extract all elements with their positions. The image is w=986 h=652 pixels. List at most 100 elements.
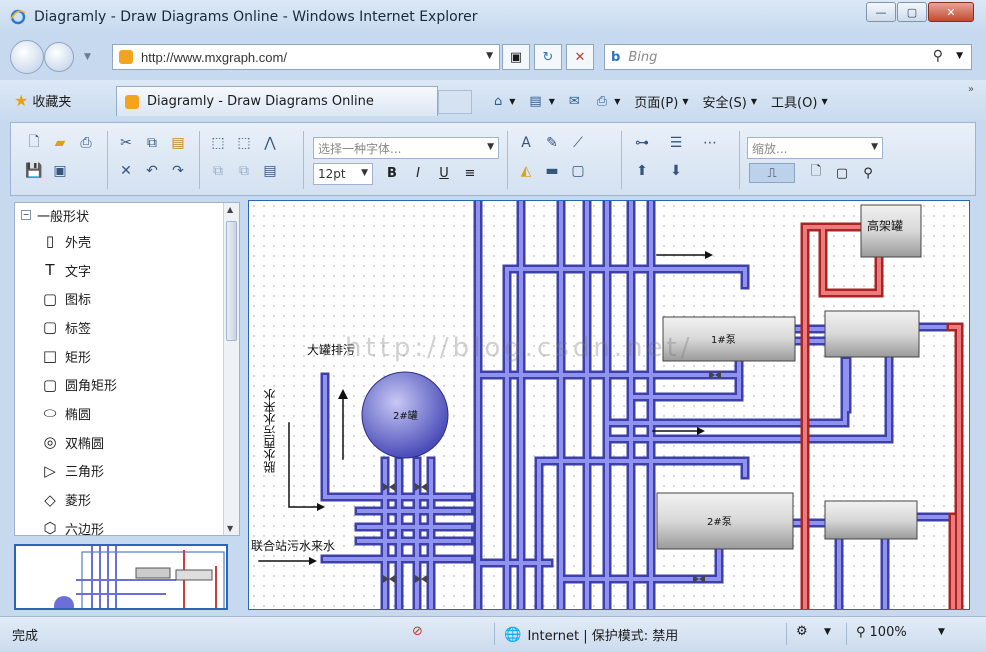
zoom-select[interactable]: 缩放... ▼ bbox=[747, 137, 883, 159]
new-icon[interactable]: 🗋 bbox=[23, 133, 45, 153]
shapes-section-header[interactable]: − 一般形状 bbox=[15, 203, 239, 227]
underline-button[interactable]: U bbox=[433, 163, 455, 183]
security-zone-label: Internet | 保护模式: 禁用 bbox=[527, 629, 679, 644]
safety-menu-label: 安全(S) bbox=[702, 95, 747, 111]
align-icon[interactable]: ≡ bbox=[459, 163, 481, 183]
favorites-button[interactable]: ★ 收藏夹 bbox=[14, 88, 71, 112]
connector-icon[interactable]: ⊶ bbox=[631, 133, 653, 153]
close-button[interactable]: ✕ bbox=[928, 2, 974, 22]
collapse-icon[interactable]: − bbox=[21, 210, 31, 220]
font-color-icon[interactable]: A bbox=[515, 133, 537, 153]
paste-icon[interactable]: ▤ bbox=[167, 133, 189, 153]
font-family-placeholder: 选择一种字体... bbox=[318, 141, 402, 156]
undo-icon[interactable]: ↶ bbox=[141, 161, 163, 181]
shape-item[interactable]: ◇ 菱形 bbox=[15, 485, 239, 514]
zoom-magnifier-icon: ⚲ bbox=[856, 625, 866, 640]
select-vertices-icon[interactable]: ⬚ bbox=[207, 133, 229, 153]
minimap-preview bbox=[54, 546, 225, 608]
line-style-icon[interactable]: ⟋ bbox=[567, 133, 589, 153]
zoom-level[interactable]: ⚲ 100% bbox=[856, 625, 907, 640]
shadow-icon[interactable]: ▢ bbox=[567, 161, 589, 181]
save-as-icon[interactable]: ▣ bbox=[49, 161, 71, 181]
shape-item[interactable]: ▷ 三角形 bbox=[15, 457, 239, 486]
forward-button[interactable] bbox=[44, 42, 74, 72]
select-all-icon[interactable]: ⋀ bbox=[259, 133, 281, 153]
fill-color-icon[interactable]: ◭ bbox=[515, 161, 537, 181]
to-back-icon[interactable]: ⬇ bbox=[665, 161, 687, 181]
redo-icon[interactable]: ↷ bbox=[167, 161, 189, 181]
page-view-icon[interactable]: 🗋 bbox=[805, 163, 827, 183]
diagram-canvas[interactable]: 高架罐 1#泵 2#泵 2#罐 大罐排污 脱水西污水来水 联合站污水来水 htt… bbox=[248, 200, 970, 610]
popup-blocker-icon[interactable]: ⊘ bbox=[412, 624, 423, 639]
home-button[interactable]: ⌂ ▼ bbox=[494, 94, 515, 109]
gradient-icon[interactable]: ▬ bbox=[541, 161, 563, 181]
print-preview-icon[interactable]: ⎙ bbox=[75, 133, 97, 153]
address-url[interactable]: http://www.mxgraph.com/ bbox=[141, 50, 287, 65]
zoom-dropdown-icon[interactable]: ▼ bbox=[938, 627, 945, 637]
watermark: http://blog.csdn.net/ bbox=[345, 333, 694, 363]
font-family-select[interactable]: 选择一种字体... ▼ bbox=[313, 137, 499, 159]
shape-label: 标签 bbox=[65, 321, 92, 337]
shapes-scrollbar[interactable]: ▲ ▼ bbox=[223, 203, 239, 535]
scroll-up-icon[interactable]: ▲ bbox=[227, 205, 233, 214]
shape-item[interactable]: ▯ 外壳 bbox=[15, 227, 239, 256]
open-icon[interactable]: ▰ bbox=[49, 133, 71, 153]
stop-icon[interactable]: ✕ bbox=[566, 44, 594, 70]
shape-item[interactable]: ▢ 图标 bbox=[15, 284, 239, 313]
dash-pattern-icon[interactable]: ⋯ bbox=[699, 133, 721, 153]
delete-icon[interactable]: ✕ bbox=[115, 161, 137, 181]
maximize-button[interactable]: ▢ bbox=[897, 2, 927, 22]
print-icon: ⎙ bbox=[596, 93, 608, 109]
group-icon[interactable]: ⧉ bbox=[207, 161, 229, 181]
zoom-icon[interactable]: ⚲ bbox=[857, 163, 879, 183]
address-bar[interactable]: http://www.mxgraph.com/ ▼ bbox=[112, 44, 500, 70]
search-placeholder[interactable]: Bing bbox=[628, 50, 657, 65]
mail-button[interactable]: ✉ bbox=[569, 94, 583, 109]
copy-icon[interactable]: ⧉ bbox=[141, 133, 163, 153]
addons-dropdown-icon[interactable]: ▼ bbox=[824, 627, 831, 637]
shape-item[interactable]: T 文字 bbox=[15, 256, 239, 285]
outline-icon[interactable]: ▢ bbox=[831, 163, 853, 183]
browser-tab[interactable]: Diagramly - Draw Diagrams Online bbox=[116, 86, 438, 116]
search-icon[interactable]: ⚲ bbox=[933, 48, 943, 64]
new-tab-button[interactable] bbox=[438, 90, 472, 114]
more-commands-icon[interactable]: » bbox=[968, 84, 974, 95]
line-color-icon[interactable]: ✎ bbox=[541, 133, 563, 153]
manage-addons-icon[interactable]: ⚙ bbox=[796, 624, 808, 639]
shape-glyph-icon: □ bbox=[42, 347, 58, 366]
font-size-select[interactable]: 12pt ▼ bbox=[313, 163, 373, 185]
search-options-dropdown-icon[interactable]: ▼ bbox=[956, 51, 963, 61]
address-dropdown-icon[interactable]: ▼ bbox=[486, 51, 493, 61]
scroll-down-icon[interactable]: ▼ bbox=[227, 524, 233, 533]
cut-icon[interactable]: ✂ bbox=[115, 133, 137, 153]
save-icon[interactable]: 💾 bbox=[23, 161, 45, 181]
shape-item[interactable]: ⬭ 椭圆 bbox=[15, 399, 239, 428]
minimize-button[interactable]: — bbox=[866, 2, 896, 22]
search-box[interactable]: b Bing ⚲ ▼ bbox=[604, 44, 972, 70]
back-button[interactable] bbox=[10, 40, 44, 74]
tools-menu[interactable]: 工具(O) ▼ bbox=[771, 92, 828, 111]
scrollbar-thumb[interactable] bbox=[226, 221, 237, 341]
refresh-icon[interactable]: ↻ bbox=[534, 44, 562, 70]
shape-item[interactable]: ▢ 圆角矩形 bbox=[15, 370, 239, 399]
line-width-icon[interactable]: ☰ bbox=[665, 133, 687, 153]
bold-button[interactable]: B bbox=[381, 163, 403, 183]
recent-pages-dropdown-icon[interactable]: ▼ bbox=[84, 52, 91, 62]
fit-page-icon[interactable]: ⎍ bbox=[749, 163, 795, 183]
ungroup-icon[interactable]: ⧉ bbox=[233, 161, 255, 181]
shape-item[interactable]: ▢ 标签 bbox=[15, 313, 239, 342]
safety-menu[interactable]: 安全(S) ▼ bbox=[702, 92, 757, 111]
shape-item[interactable]: ◎ 双椭圆 bbox=[15, 428, 239, 457]
outline-minimap[interactable] bbox=[14, 544, 228, 610]
feeds-button[interactable]: ▤ ▼ bbox=[529, 94, 554, 109]
arrange-icon[interactable]: ▤ bbox=[259, 161, 281, 181]
print-button[interactable]: ⎙ ▼ bbox=[597, 94, 621, 109]
security-zone[interactable]: 🌐 Internet | 保护模式: 禁用 bbox=[504, 625, 679, 645]
to-front-icon[interactable]: ⬆ bbox=[631, 161, 653, 181]
compatibility-view-icon[interactable]: ▣ bbox=[502, 44, 530, 70]
shape-item[interactable]: ⬡ 六边形 bbox=[15, 514, 239, 543]
italic-button[interactable]: I bbox=[407, 163, 429, 183]
page-menu[interactable]: 页面(P) ▼ bbox=[634, 92, 688, 111]
select-edges-icon[interactable]: ⬚ bbox=[233, 133, 255, 153]
shape-item[interactable]: □ 矩形 bbox=[15, 342, 239, 371]
